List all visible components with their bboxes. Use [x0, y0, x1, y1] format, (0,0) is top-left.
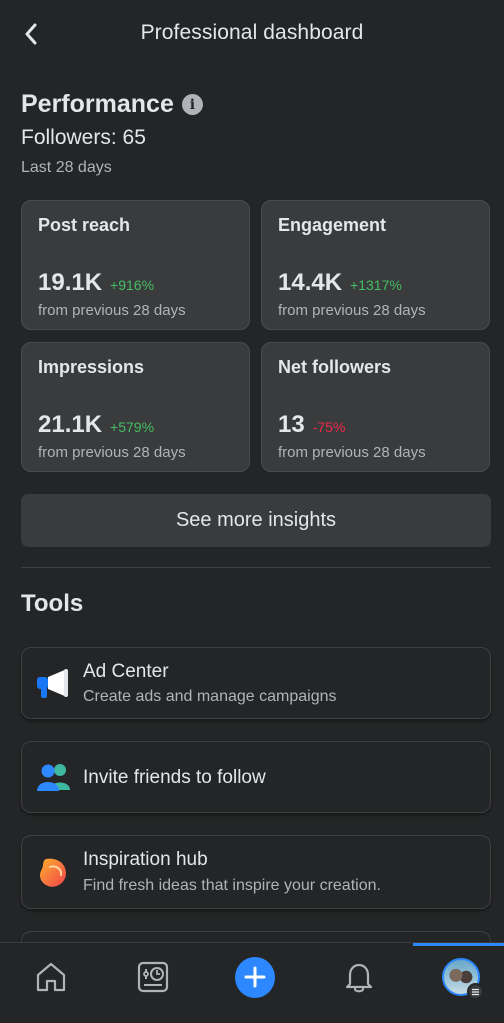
stat-value: 21.1K: [38, 411, 103, 438]
stat-subtext: from previous 28 days: [278, 302, 426, 319]
nav-profile[interactable]: [441, 957, 484, 1000]
nav-home[interactable]: [31, 957, 71, 997]
stat-change: +916%: [110, 277, 155, 293]
stat-subtext: from previous 28 days: [278, 444, 426, 461]
stat-subtext: from previous 28 days: [38, 302, 186, 319]
tool-title: Inspiration hub: [83, 849, 208, 870]
page-title: Professional dashboard: [140, 21, 364, 44]
stat-change: +1317%: [350, 277, 402, 293]
tools-title: Tools: [21, 590, 84, 617]
see-more-insights-button[interactable]: See more insights: [21, 494, 491, 547]
back-button[interactable]: [14, 17, 48, 51]
nav-notifications[interactable]: [339, 957, 379, 997]
stat-label: Net followers: [278, 357, 392, 377]
stat-value: 19.1K: [38, 269, 103, 296]
stat-value: 14.4K: [278, 269, 343, 296]
stat-label: Engagement: [278, 215, 387, 235]
stat-value: 13: [278, 411, 305, 438]
stat-card-net-followers[interactable]: Net followers 13 -75% from previous 28 d…: [261, 342, 490, 472]
performance-header: Performance i: [21, 90, 203, 119]
period-label: Last 28 days: [21, 159, 112, 176]
home-icon: [36, 962, 66, 992]
info-icon[interactable]: i: [181, 94, 203, 115]
tool-inspiration-hub[interactable]: Inspiration hub Find fresh ideas that in…: [21, 835, 491, 909]
tool-ad-center[interactable]: Ad Center Create ads and manage campaign…: [21, 647, 491, 719]
friends-icon: [37, 764, 70, 791]
stat-change: +579%: [110, 419, 155, 435]
main-content: Performance i Followers: 65 Last 28 days…: [0, 66, 504, 942]
stat-label: Post reach: [38, 215, 131, 235]
stat-card-post-reach[interactable]: Post reach 19.1K +916% from previous 28 …: [21, 200, 250, 330]
chevron-left-icon: [25, 23, 37, 45]
stat-subtext: from previous 28 days: [38, 444, 186, 461]
create-icon: [235, 956, 275, 998]
tool-description: Find fresh ideas that inspire your creat…: [83, 877, 381, 894]
active-tab-indicator: [413, 943, 504, 946]
megaphone-icon: [37, 669, 68, 698]
stat-change: -75%: [312, 419, 346, 435]
stat-card-engagement[interactable]: Engagement 14.4K +1317% from previous 28…: [261, 200, 490, 330]
header: Professional dashboard: [0, 0, 504, 66]
section-divider: [21, 567, 491, 568]
tool-card-partial[interactable]: [21, 931, 491, 942]
nav-dashboard[interactable]: [133, 957, 173, 997]
tool-title: Invite friends to follow: [83, 767, 266, 788]
nav-create[interactable]: [235, 956, 275, 998]
inspiration-icon: [40, 858, 66, 887]
tool-invite-friends[interactable]: Invite friends to follow: [21, 741, 491, 813]
tool-description: Create ads and manage campaigns: [83, 688, 337, 705]
dashboard-icon: [137, 961, 169, 993]
menu-icon: [467, 983, 484, 1000]
bell-icon: [345, 963, 373, 993]
tool-title: Ad Center: [83, 661, 169, 682]
stat-card-impressions[interactable]: Impressions 21.1K +579% from previous 28…: [21, 342, 250, 472]
followers-count: Followers: 65: [21, 126, 146, 149]
performance-title: Performance: [21, 90, 174, 118]
stat-label: Impressions: [38, 357, 145, 377]
bottom-nav: [0, 942, 504, 1023]
